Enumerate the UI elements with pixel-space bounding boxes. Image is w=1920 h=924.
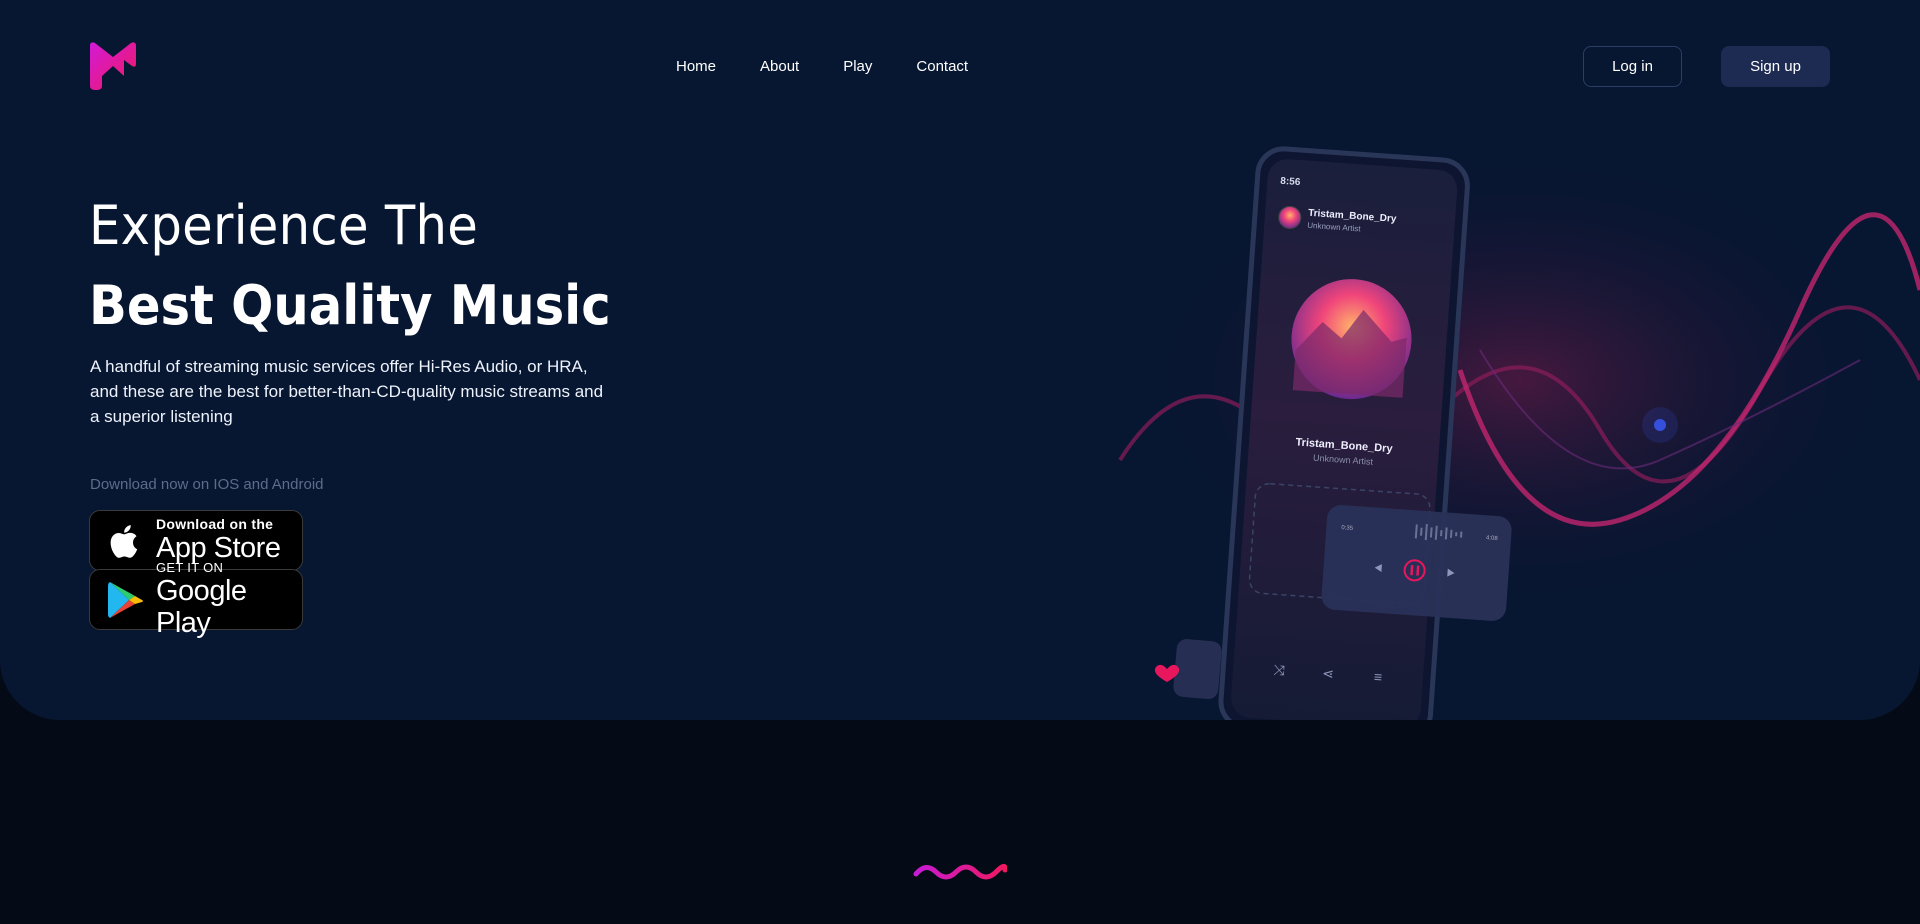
google-play-small-text: GET IT ON: [156, 560, 224, 575]
phone-mockup-illustration: 8:56 Tristam_Bone_Dry Unknown Artist Tri…: [1118, 146, 1920, 720]
main-nav: Home About Play Contact: [676, 56, 1012, 78]
brand-logo-icon[interactable]: [88, 40, 138, 90]
player-time-right: 4:08: [1486, 535, 1499, 542]
hero-description: A handful of streaming music services of…: [90, 357, 604, 426]
wave-divider-icon: [913, 864, 1007, 880]
hero-title-line1: Experience The: [89, 194, 479, 257]
nav-about-link[interactable]: About: [760, 56, 799, 78]
hero-title-line2: Best Quality Music: [89, 274, 611, 337]
google-play-big-text: Google Play: [156, 575, 247, 639]
svg-text:⋖: ⋖: [1322, 665, 1335, 682]
phone-status-time: 8:56: [1280, 176, 1301, 188]
nav-play-link[interactable]: Play: [843, 56, 872, 78]
nav-contact-link[interactable]: Contact: [916, 56, 968, 78]
player-time-left: 0:35: [1341, 525, 1354, 532]
nav-home-link[interactable]: Home: [676, 56, 716, 78]
apple-icon: [110, 524, 138, 558]
login-button[interactable]: Log in: [1583, 46, 1682, 87]
svg-text:⤨: ⤨: [1273, 661, 1286, 678]
signup-button[interactable]: Sign up: [1721, 46, 1830, 87]
google-play-badge[interactable]: GET IT ON Google Play: [89, 560, 303, 639]
app-store-small-text: Download on the: [156, 516, 274, 532]
hero-section: Home About Play Contact Log in Sign up E…: [0, 0, 1920, 720]
svg-text:≡: ≡: [1373, 668, 1382, 685]
google-play-icon: [108, 581, 143, 618]
download-note: Download now on IOS and Android: [90, 476, 324, 493]
